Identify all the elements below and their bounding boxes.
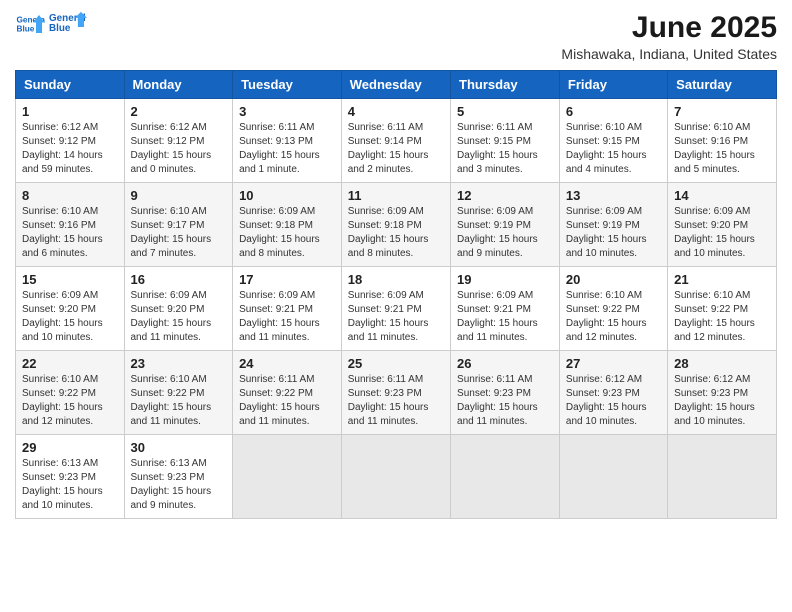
calendar-day-26: 26Sunrise: 6:11 AMSunset: 9:23 PMDayligh… <box>451 351 560 435</box>
logo: General Blue General Blue <box>15 10 87 38</box>
header-monday: Monday <box>124 71 233 99</box>
page-subtitle: Mishawaka, Indiana, United States <box>561 46 777 62</box>
calendar-day-empty <box>233 435 342 519</box>
calendar-day-empty <box>559 435 667 519</box>
calendar-day-30: 30Sunrise: 6:13 AMSunset: 9:23 PMDayligh… <box>124 435 233 519</box>
calendar-day-12: 12Sunrise: 6:09 AMSunset: 9:19 PMDayligh… <box>451 183 560 267</box>
header-sunday: Sunday <box>16 71 125 99</box>
calendar-day-11: 11Sunrise: 6:09 AMSunset: 9:18 PMDayligh… <box>341 183 450 267</box>
calendar-week-2: 8Sunrise: 6:10 AMSunset: 9:16 PMDaylight… <box>16 183 777 267</box>
calendar-day-8: 8Sunrise: 6:10 AMSunset: 9:16 PMDaylight… <box>16 183 125 267</box>
calendar-day-18: 18Sunrise: 6:09 AMSunset: 9:21 PMDayligh… <box>341 267 450 351</box>
calendar-day-13: 13Sunrise: 6:09 AMSunset: 9:19 PMDayligh… <box>559 183 667 267</box>
page-title: June 2025 <box>561 10 777 46</box>
calendar-day-empty <box>668 435 777 519</box>
calendar-day-25: 25Sunrise: 6:11 AMSunset: 9:23 PMDayligh… <box>341 351 450 435</box>
calendar-day-4: 4Sunrise: 6:11 AMSunset: 9:14 PMDaylight… <box>341 99 450 183</box>
calendar-day-24: 24Sunrise: 6:11 AMSunset: 9:22 PMDayligh… <box>233 351 342 435</box>
header-tuesday: Tuesday <box>233 71 342 99</box>
calendar-day-29: 29Sunrise: 6:13 AMSunset: 9:23 PMDayligh… <box>16 435 125 519</box>
calendar-day-14: 14Sunrise: 6:09 AMSunset: 9:20 PMDayligh… <box>668 183 777 267</box>
calendar-day-1: 1Sunrise: 6:12 AMSunset: 9:12 PMDaylight… <box>16 99 125 183</box>
calendar-day-empty <box>451 435 560 519</box>
header-saturday: Saturday <box>668 71 777 99</box>
calendar-week-4: 22Sunrise: 6:10 AMSunset: 9:22 PMDayligh… <box>16 351 777 435</box>
header-friday: Friday <box>559 71 667 99</box>
calendar-day-3: 3Sunrise: 6:11 AMSunset: 9:13 PMDaylight… <box>233 99 342 183</box>
calendar-day-17: 17Sunrise: 6:09 AMSunset: 9:21 PMDayligh… <box>233 267 342 351</box>
calendar-day-6: 6Sunrise: 6:10 AMSunset: 9:15 PMDaylight… <box>559 99 667 183</box>
title-area: June 2025 Mishawaka, Indiana, United Sta… <box>561 10 777 62</box>
calendar-day-19: 19Sunrise: 6:09 AMSunset: 9:21 PMDayligh… <box>451 267 560 351</box>
calendar-day-22: 22Sunrise: 6:10 AMSunset: 9:22 PMDayligh… <box>16 351 125 435</box>
calendar-day-9: 9Sunrise: 6:10 AMSunset: 9:17 PMDaylight… <box>124 183 233 267</box>
header: General Blue General Blue June 2025 Mish… <box>15 10 777 62</box>
calendar-day-2: 2Sunrise: 6:12 AMSunset: 9:12 PMDaylight… <box>124 99 233 183</box>
header-thursday: Thursday <box>451 71 560 99</box>
calendar-day-16: 16Sunrise: 6:09 AMSunset: 9:20 PMDayligh… <box>124 267 233 351</box>
calendar-day-23: 23Sunrise: 6:10 AMSunset: 9:22 PMDayligh… <box>124 351 233 435</box>
calendar-day-5: 5Sunrise: 6:11 AMSunset: 9:15 PMDaylight… <box>451 99 560 183</box>
calendar-day-7: 7Sunrise: 6:10 AMSunset: 9:16 PMDaylight… <box>668 99 777 183</box>
calendar-day-28: 28Sunrise: 6:12 AMSunset: 9:23 PMDayligh… <box>668 351 777 435</box>
calendar-day-empty <box>341 435 450 519</box>
calendar-day-27: 27Sunrise: 6:12 AMSunset: 9:23 PMDayligh… <box>559 351 667 435</box>
calendar-table: Sunday Monday Tuesday Wednesday Thursday… <box>15 70 777 519</box>
calendar-day-20: 20Sunrise: 6:10 AMSunset: 9:22 PMDayligh… <box>559 267 667 351</box>
calendar-week-1: 1Sunrise: 6:12 AMSunset: 9:12 PMDaylight… <box>16 99 777 183</box>
logo-icon: General Blue <box>15 12 45 36</box>
calendar-day-10: 10Sunrise: 6:09 AMSunset: 9:18 PMDayligh… <box>233 183 342 267</box>
calendar-week-5: 29Sunrise: 6:13 AMSunset: 9:23 PMDayligh… <box>16 435 777 519</box>
header-wednesday: Wednesday <box>341 71 450 99</box>
calendar-day-21: 21Sunrise: 6:10 AMSunset: 9:22 PMDayligh… <box>668 267 777 351</box>
svg-text:Blue: Blue <box>17 25 35 34</box>
calendar-header-row: Sunday Monday Tuesday Wednesday Thursday… <box>16 71 777 99</box>
svg-text:Blue: Blue <box>49 23 71 34</box>
calendar-day-15: 15Sunrise: 6:09 AMSunset: 9:20 PMDayligh… <box>16 267 125 351</box>
logo-flag-icon: General Blue <box>49 10 87 38</box>
calendar-week-3: 15Sunrise: 6:09 AMSunset: 9:20 PMDayligh… <box>16 267 777 351</box>
